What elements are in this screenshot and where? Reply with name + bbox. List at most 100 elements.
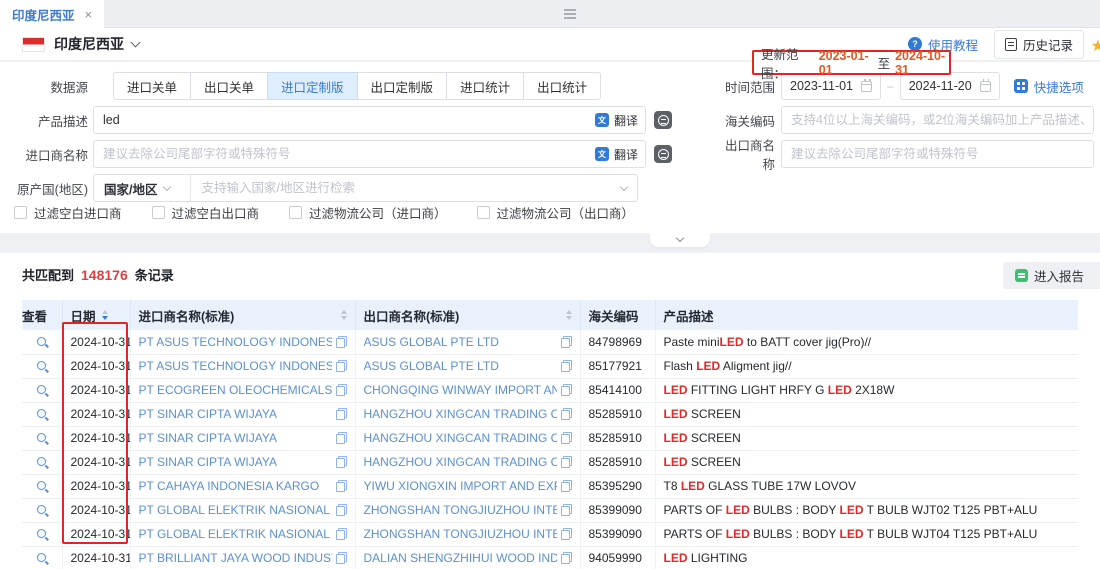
page-tab[interactable]: 印度尼西亚 × (0, 0, 104, 28)
exact-match-toggle-icon[interactable] (654, 145, 672, 163)
enter-report-button[interactable]: 进入报告 (1003, 262, 1100, 289)
checkbox-icon[interactable] (14, 206, 27, 219)
translate-button[interactable]: 翻译 (595, 106, 638, 134)
exporter-link[interactable]: HANGZHOU XINGCAN TRADING CO LTD (364, 407, 557, 421)
start-date-field[interactable]: 2023-11-01 (781, 72, 881, 100)
column-header[interactable]: 进口商名称(标准) (130, 300, 355, 330)
origin-type-select[interactable]: 国家/地区 (94, 175, 191, 201)
data-source-tab[interactable]: 出口统计 (523, 72, 601, 100)
history-button[interactable]: 历史记录 (994, 30, 1084, 59)
importer-link[interactable]: PT GLOBAL ELEKTRIK NASIONAL (139, 503, 330, 517)
filter-checkbox[interactable]: 过滤物流公司（进口商） (289, 203, 447, 222)
view-record-icon[interactable] (37, 481, 46, 490)
importer-link[interactable]: PT GLOBAL ELEKTRIK NASIONAL (139, 527, 330, 541)
view-record-icon[interactable] (37, 409, 46, 418)
country-name[interactable]: 印度尼西亚 (54, 34, 124, 54)
importer-link[interactable]: PT ECOGREEN OLEOCHEMICALS (139, 383, 332, 397)
copy-icon[interactable] (561, 504, 572, 516)
origin-search-input[interactable] (191, 175, 621, 201)
translate-button[interactable]: 翻译 (595, 140, 638, 168)
importer-link[interactable]: PT SINAR CIPTA WIJAYA (139, 407, 277, 421)
hs-code-input[interactable] (781, 106, 1094, 134)
tabbar-menu-icon[interactable] (564, 9, 576, 11)
view-record-icon[interactable] (37, 433, 46, 442)
copy-icon[interactable] (561, 384, 572, 396)
view-record-icon[interactable] (37, 529, 46, 538)
view-cell (22, 402, 62, 426)
exporter-link[interactable]: ASUS GLOBAL PTE LTD (364, 359, 499, 373)
view-record-icon[interactable] (37, 385, 46, 394)
chevron-down-icon[interactable] (131, 38, 141, 48)
copy-icon[interactable] (336, 456, 347, 468)
importer-link[interactable]: PT CAHAYA INDONESIA KARGO (139, 479, 320, 493)
copy-icon[interactable] (336, 528, 347, 540)
copy-icon[interactable] (561, 456, 572, 468)
copy-icon[interactable] (561, 480, 572, 492)
importer-link[interactable]: PT SINAR CIPTA WIJAYA (139, 455, 277, 469)
hs-code-cell: 85414100 (580, 378, 655, 402)
view-record-icon[interactable] (37, 457, 46, 466)
copy-icon[interactable] (336, 552, 347, 564)
view-record-icon[interactable] (37, 553, 46, 562)
copy-icon[interactable] (336, 360, 347, 372)
importer-input[interactable] (93, 140, 646, 168)
data-source-tab[interactable]: 出口定制版 (357, 72, 448, 100)
data-source-tab[interactable]: 出口关单 (190, 72, 268, 100)
exporter-link[interactable]: HANGZHOU XINGCAN TRADING CO LTD (364, 455, 557, 469)
sort-icon[interactable] (566, 310, 572, 320)
copy-icon[interactable] (561, 528, 572, 540)
copy-icon[interactable] (336, 480, 347, 492)
copy-icon[interactable] (336, 336, 347, 348)
exporter-link[interactable]: HANGZHOU XINGCAN TRADING CO LTD (364, 431, 557, 445)
importer-link[interactable]: PT BRILLIANT JAYA WOOD INDUSTRY (139, 551, 332, 565)
view-record-icon[interactable] (37, 505, 46, 514)
filter-checkbox[interactable]: 过滤物流公司（出口商） (477, 203, 635, 222)
data-source-tab[interactable]: 进口统计 (446, 72, 524, 100)
close-icon[interactable]: × (85, 8, 93, 21)
favorite-icon[interactable] (1091, 36, 1100, 56)
column-header[interactable]: 出口商名称(标准) (355, 300, 580, 330)
exporter-link[interactable]: YIWU XIONGXIN IMPORT AND EXPORT... (364, 479, 557, 493)
exporter-link[interactable]: CHONGQING WINWAY IMPORT AND E... (364, 383, 557, 397)
exporter-link[interactable]: ZHONGSHAN TONGJIUZHOU INTERNA... (364, 503, 557, 517)
company-cell: PT ECOGREEN OLEOCHEMICALS (130, 378, 355, 402)
importer-link[interactable]: PT ASUS TECHNOLOGY INDONESIA BA... (139, 335, 332, 349)
tutorial-link[interactable]: 使用教程 (908, 35, 978, 54)
checkbox-icon[interactable] (152, 206, 165, 219)
filter-checkbox[interactable]: 过滤空白进口商 (14, 203, 122, 222)
column-header[interactable]: 日期 (62, 300, 130, 330)
date-separator: – (887, 79, 894, 93)
exporter-link[interactable]: ASUS GLOBAL PTE LTD (364, 335, 499, 349)
importer-link[interactable]: PT SINAR CIPTA WIJAYA (139, 431, 277, 445)
checkbox-icon[interactable] (289, 206, 302, 219)
chevron-down-icon[interactable] (620, 182, 628, 190)
copy-icon[interactable] (561, 408, 572, 420)
copy-icon[interactable] (336, 504, 347, 516)
quick-options-link[interactable]: 快捷选项 (1014, 77, 1084, 96)
sort-icon[interactable] (341, 310, 347, 320)
sort-icon[interactable] (102, 310, 108, 320)
importer-link[interactable]: PT ASUS TECHNOLOGY INDONESIA BA... (139, 359, 332, 373)
end-date-field[interactable]: 2024-11-20 (900, 72, 1000, 100)
copy-icon[interactable] (561, 552, 572, 564)
copy-icon[interactable] (561, 360, 572, 372)
data-source-tab[interactable]: 进口定制版 (267, 72, 358, 100)
collapse-panel-button[interactable] (650, 232, 710, 247)
date-cell: 2024-10-31 (62, 546, 130, 569)
exact-match-toggle-icon[interactable] (654, 111, 672, 129)
exporter-link[interactable]: DALIAN SHENGZHIHUI WOOD INDUST... (364, 551, 557, 565)
copy-icon[interactable] (336, 408, 347, 420)
filter-checkbox[interactable]: 过滤空白出口商 (152, 203, 260, 222)
copy-icon[interactable] (336, 384, 347, 396)
copy-icon[interactable] (336, 432, 347, 444)
product-desc-input[interactable] (93, 106, 646, 134)
view-record-icon[interactable] (37, 337, 46, 346)
checkbox-icon[interactable] (477, 206, 490, 219)
view-cell (22, 546, 62, 569)
view-record-icon[interactable] (37, 361, 46, 370)
copy-icon[interactable] (561, 336, 572, 348)
exporter-link[interactable]: ZHONGSHAN TONGJIUZHOU INTERNA... (364, 527, 557, 541)
exporter-input[interactable] (781, 140, 1094, 168)
copy-icon[interactable] (561, 432, 572, 444)
data-source-tab[interactable]: 进口关单 (113, 72, 191, 100)
